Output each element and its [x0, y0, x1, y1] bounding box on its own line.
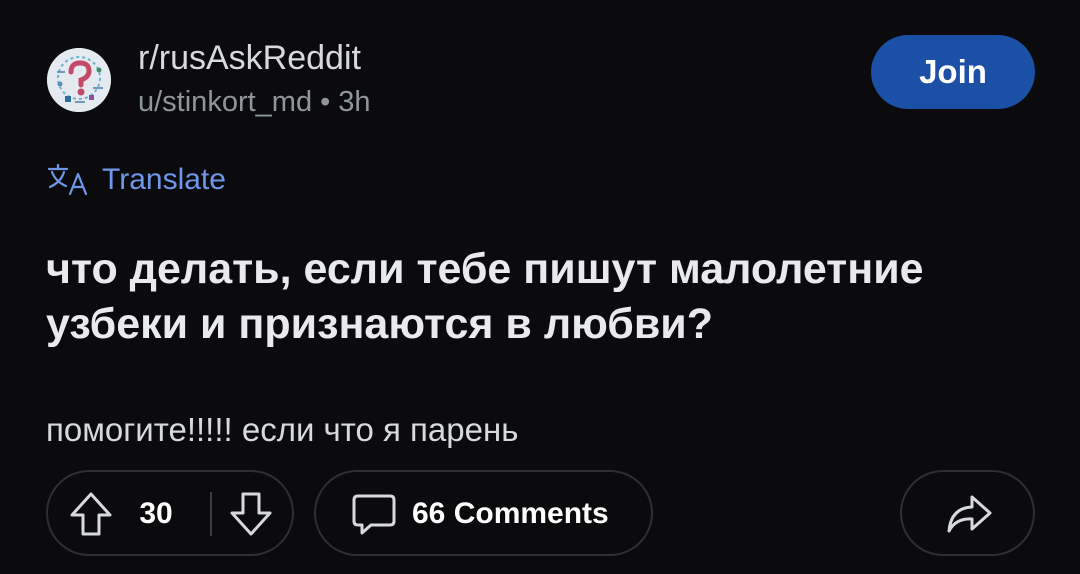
- comment-bubble-icon: [352, 494, 396, 535]
- meta-separator: •: [320, 86, 331, 118]
- post-title[interactable]: что делать, если тебе пишут малолетние у…: [46, 242, 1056, 352]
- translate-label: Translate: [102, 163, 226, 196]
- post-meta: u/stinkort_md • 3h: [138, 84, 371, 120]
- subreddit-name[interactable]: r/rusAskReddit: [138, 38, 361, 78]
- vote-bar: 30: [46, 470, 294, 556]
- arrow-down-icon[interactable]: [226, 488, 276, 540]
- comments-label: 66 Comments: [412, 497, 609, 530]
- post-age: 3h: [338, 86, 371, 118]
- comments-button[interactable]: 66 Comments: [314, 470, 653, 556]
- join-button[interactable]: Join: [871, 35, 1035, 109]
- author-link[interactable]: u/stinkort_md: [138, 86, 312, 118]
- share-button[interactable]: [900, 470, 1035, 556]
- arrow-up-icon[interactable]: [66, 488, 116, 540]
- translate-icon: [47, 163, 88, 196]
- post-body: помогите!!!!! если что я парень: [46, 411, 519, 448]
- vote-divider: [210, 492, 212, 536]
- vote-count: 30: [139, 497, 173, 530]
- share-arrow-icon: [947, 495, 992, 533]
- subreddit-avatar[interactable]: [47, 48, 111, 112]
- subreddit-avatar-icon: [47, 48, 111, 112]
- translate-link[interactable]: Translate: [46, 160, 226, 200]
